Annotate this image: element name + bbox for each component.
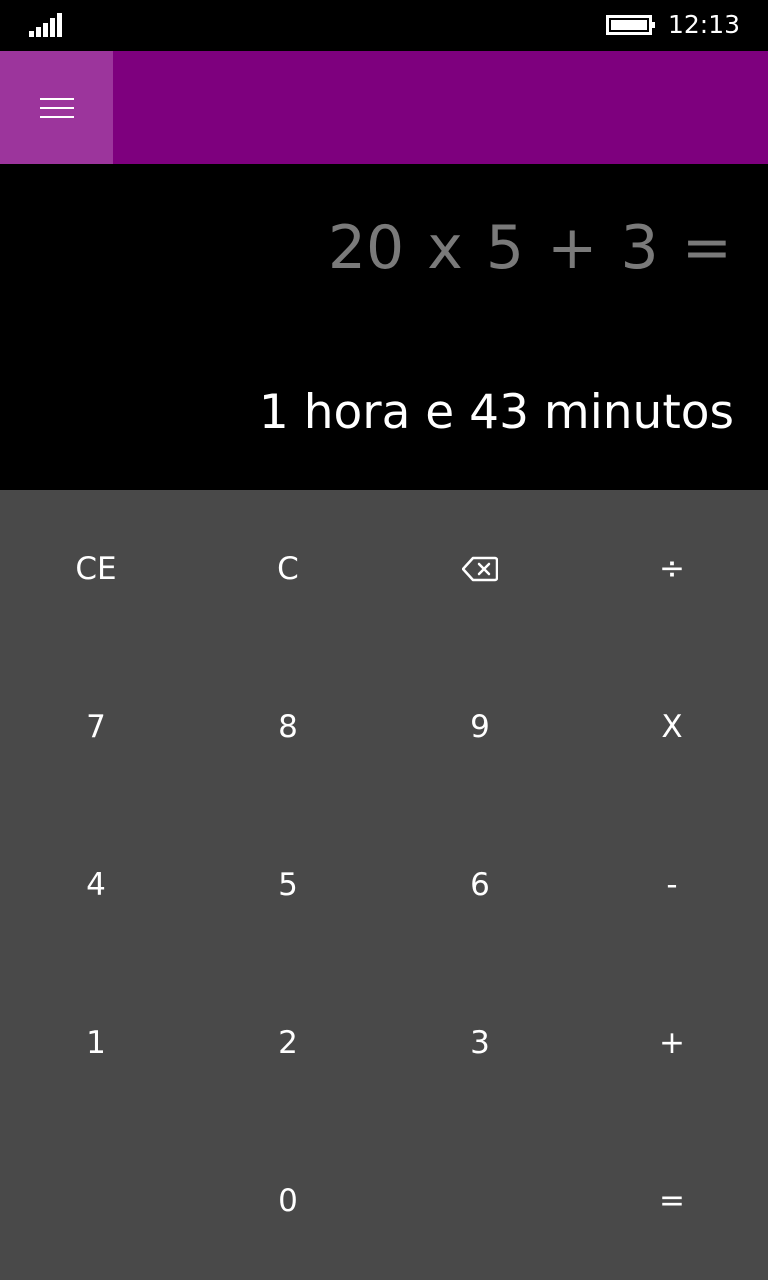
calculator-display: 20 x 5 + 3 = 1 hora e 43 minutos — [0, 164, 768, 490]
digit-0-button[interactable]: 0 — [192, 1122, 384, 1280]
digit-7-button[interactable]: 7 — [0, 648, 192, 806]
backspace-icon — [462, 556, 498, 582]
menu-button[interactable] — [0, 51, 113, 164]
clear-entry-button[interactable]: CE — [0, 490, 192, 648]
digit-9-button[interactable]: 9 — [384, 648, 576, 806]
keypad: CE C ÷ 7 8 9 X 4 5 6 - 1 2 3 + 0 = — [0, 490, 768, 1280]
calculator-screen: 12:13 20 x 5 + 3 = 1 hora e 43 minutos C… — [0, 0, 768, 1280]
backspace-button[interactable] — [384, 490, 576, 648]
digit-3-button[interactable]: 3 — [384, 964, 576, 1122]
hamburger-menu-icon — [40, 98, 74, 118]
empty-key-slot — [384, 1122, 576, 1280]
add-button[interactable]: + — [576, 964, 768, 1122]
digit-2-button[interactable]: 2 — [192, 964, 384, 1122]
empty-key-slot — [0, 1122, 192, 1280]
divide-button[interactable]: ÷ — [576, 490, 768, 648]
digit-5-button[interactable]: 5 — [192, 806, 384, 964]
subtract-button[interactable]: - — [576, 806, 768, 964]
battery-icon — [606, 15, 655, 35]
app-header — [0, 51, 768, 164]
digit-1-button[interactable]: 1 — [0, 964, 192, 1122]
status-bar: 12:13 — [0, 0, 768, 51]
digit-4-button[interactable]: 4 — [0, 806, 192, 964]
result-display: 1 hora e 43 minutos — [258, 385, 734, 440]
clear-button[interactable]: C — [192, 490, 384, 648]
signal-strength-icon — [29, 13, 62, 37]
expression-display: 20 x 5 + 3 = — [327, 213, 732, 283]
equals-button[interactable]: = — [576, 1122, 768, 1280]
digit-6-button[interactable]: 6 — [384, 806, 576, 964]
status-time: 12:13 — [667, 10, 740, 39]
multiply-button[interactable]: X — [576, 648, 768, 806]
digit-8-button[interactable]: 8 — [192, 648, 384, 806]
